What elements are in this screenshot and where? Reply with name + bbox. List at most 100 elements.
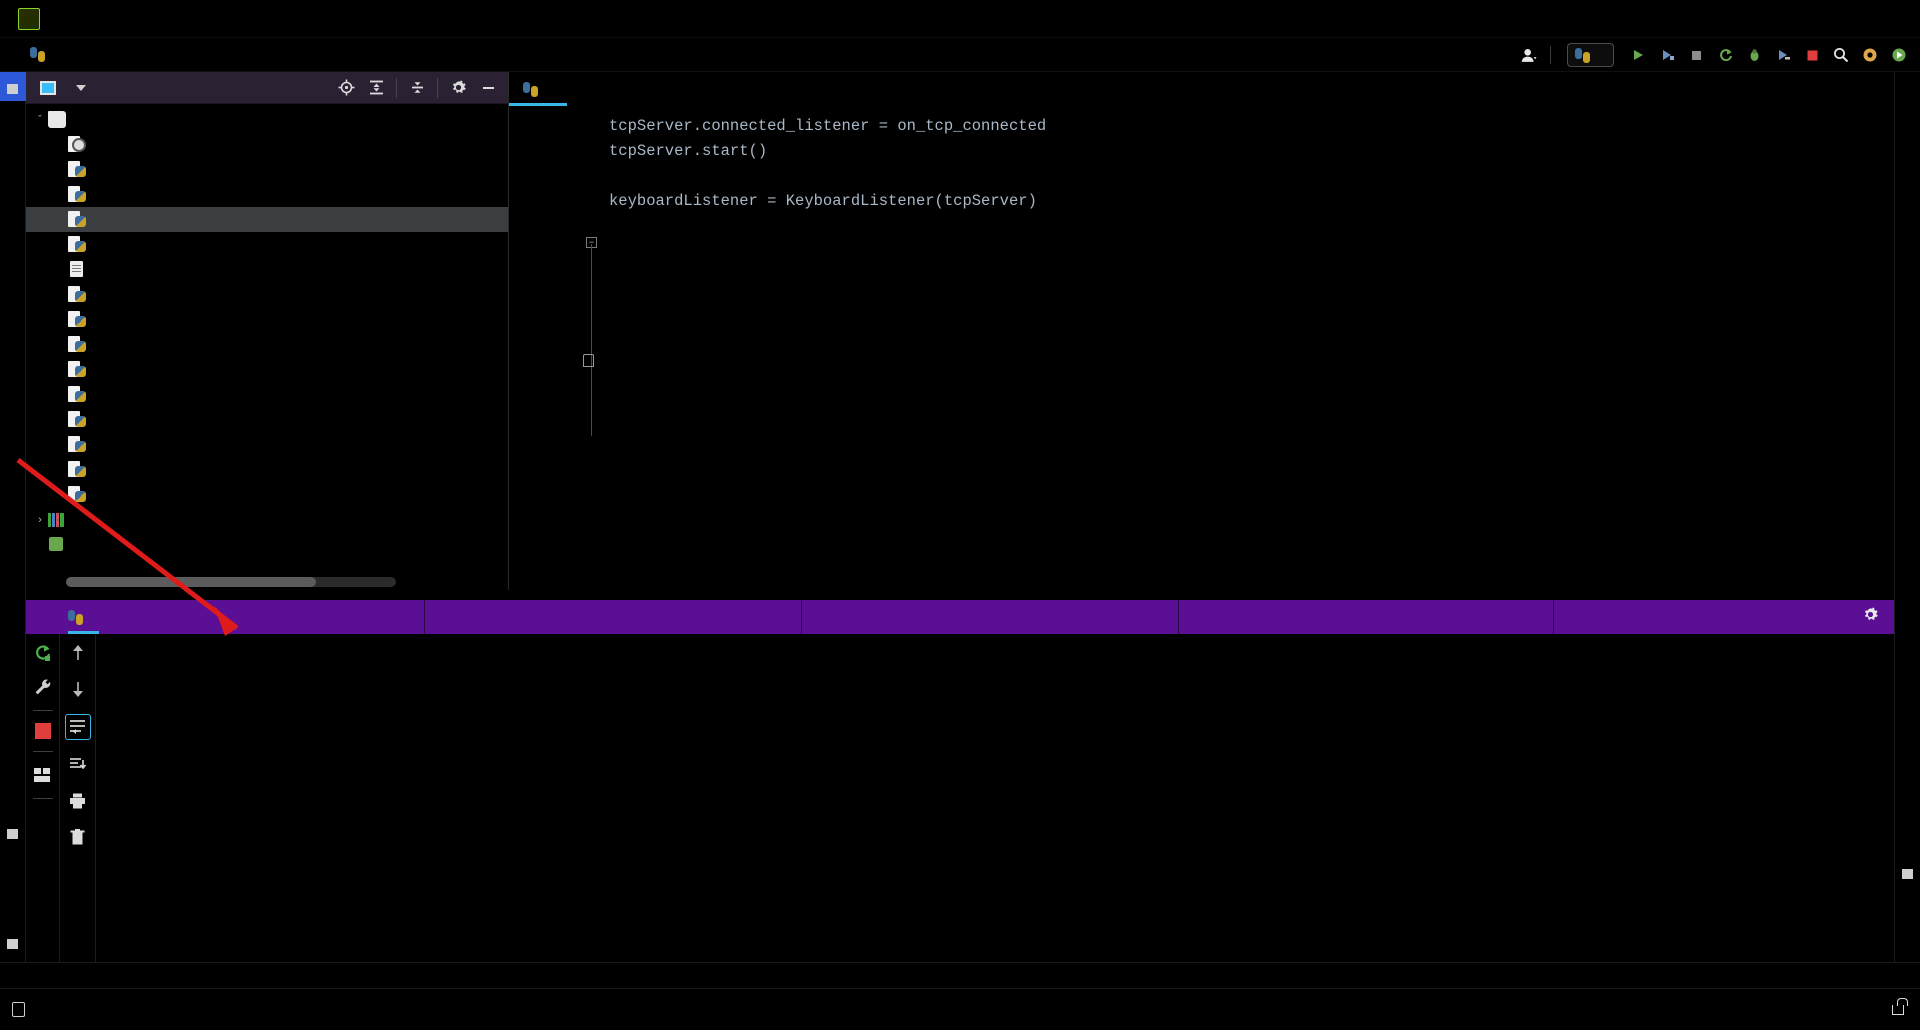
debug-button[interactable] [1654, 42, 1680, 68]
code-line[interactable]: keyboardListener = KeyboardListener(tcpS… [603, 189, 1920, 214]
tree-item[interactable] [26, 357, 508, 382]
gear-icon[interactable] [444, 74, 472, 102]
line-number[interactable] [509, 139, 581, 164]
code-token: tcpServer.connected_listener = on_tcp_co… [609, 117, 1047, 135]
tree-item[interactable] [26, 307, 508, 332]
rerun-icon[interactable] [32, 642, 54, 664]
tree-expand-arrow-icon[interactable]: › [32, 514, 48, 526]
code-line[interactable]: tcpServer.connected_listener = on_tcp_co… [603, 114, 1920, 139]
code-editor[interactable]: − tcpServer.connected_listener = on_tcp_… [509, 106, 1920, 590]
python-file-icon [68, 461, 86, 478]
menu-refactor[interactable] [164, 16, 186, 22]
line-number[interactable] [509, 189, 581, 214]
tree-item[interactable] [26, 457, 508, 482]
console-output[interactable] [96, 634, 1920, 980]
sidebar-item-project[interactable] [0, 72, 26, 101]
python-file-icon [68, 609, 83, 625]
print-icon[interactable] [67, 790, 89, 812]
project-horizontal-scrollbar[interactable] [66, 577, 396, 587]
tree-item[interactable] [26, 182, 508, 207]
unlocked-lock-icon[interactable] [1892, 997, 1908, 1015]
code-content[interactable]: tcpServer.connected_listener = on_tcp_co… [603, 106, 1920, 590]
run-panel-body [26, 634, 1920, 980]
project-icon [7, 84, 19, 94]
chevron-down-icon[interactable] [76, 84, 86, 91]
tree-expand-arrow-icon[interactable]: ˇ [32, 114, 48, 126]
down-icon[interactable] [67, 678, 89, 700]
run-configuration-selector[interactable] [1567, 43, 1614, 67]
run-tab-controller[interactable] [68, 600, 99, 634]
menu-vcs[interactable] [230, 16, 252, 22]
sidebar-item-bookmarks[interactable] [0, 817, 26, 846]
menu-file[interactable] [54, 16, 76, 22]
code-line[interactable]: tcpServer.start() [603, 139, 1920, 164]
tree-item[interactable]: › [26, 507, 508, 532]
tree-item[interactable] [26, 257, 508, 282]
tree-item[interactable] [26, 157, 508, 182]
sidebar-item-structure[interactable] [0, 927, 26, 956]
layout-icon[interactable] [32, 764, 54, 786]
expand-all-icon[interactable] [362, 74, 390, 102]
stop-icon[interactable] [34, 723, 51, 739]
menu-help[interactable] [274, 16, 296, 22]
tree-item[interactable] [26, 482, 508, 507]
user-icon[interactable] [1516, 42, 1542, 68]
stop-button[interactable] [1683, 42, 1709, 68]
menu-view[interactable] [98, 16, 120, 22]
minimize-panel-icon[interactable] [474, 74, 502, 102]
tree-item[interactable] [26, 207, 508, 232]
python-file-icon [68, 486, 86, 503]
python-file-icon [68, 386, 86, 403]
gear-icon[interactable] [1862, 606, 1879, 628]
project-tree[interactable]: ˇ › [26, 104, 508, 557]
tree-item[interactable] [26, 432, 508, 457]
tree-item[interactable] [26, 407, 508, 432]
tree-item[interactable] [26, 132, 508, 157]
rerun-button[interactable] [1712, 42, 1738, 68]
coverage-icon[interactable] [1770, 42, 1796, 68]
tree-item[interactable] [26, 232, 508, 257]
menu-navigate[interactable] [120, 16, 142, 22]
search-icon[interactable] [1828, 42, 1854, 68]
title-bar [0, 0, 1920, 38]
run-button[interactable] [1625, 42, 1651, 68]
minimize-button[interactable] [1752, 0, 1808, 38]
python-file-icon [68, 436, 86, 453]
maximize-button[interactable] [1808, 0, 1864, 38]
tree-item[interactable] [26, 532, 508, 557]
code-line[interactable] [603, 164, 1920, 189]
line-number[interactable] [509, 239, 581, 264]
line-number[interactable] [509, 214, 581, 239]
menu-edit[interactable] [76, 16, 98, 22]
menu-code[interactable] [142, 16, 164, 22]
tree-item[interactable]: ˇ [26, 107, 508, 132]
close-button[interactable] [1864, 0, 1920, 38]
menu-tools[interactable] [208, 16, 230, 22]
code-folding-column[interactable]: − [581, 106, 603, 590]
tree-item[interactable] [26, 332, 508, 357]
stop-red-button[interactable] [1799, 42, 1825, 68]
scroll-to-end-icon[interactable] [67, 754, 89, 776]
up-icon[interactable] [67, 642, 89, 664]
updates-icon[interactable] [1886, 42, 1912, 68]
wrench-icon[interactable] [32, 676, 54, 698]
sidebar-item-notifications[interactable] [1894, 862, 1920, 891]
tree-item[interactable] [26, 382, 508, 407]
trash-icon[interactable] [67, 826, 89, 848]
editor-tab-controller-py[interactable] [509, 72, 567, 106]
main-toolbar [0, 38, 1920, 72]
soft-wrap-icon[interactable] [64, 714, 91, 740]
locate-file-icon[interactable] [332, 74, 360, 102]
run-panel-header [26, 600, 1920, 634]
line-number[interactable] [509, 114, 581, 139]
code-line[interactable] [603, 214, 1920, 239]
scratch-icon [48, 536, 66, 553]
tree-item[interactable] [26, 282, 508, 307]
menu-window[interactable] [252, 16, 274, 22]
debug-bug-icon[interactable] [1741, 42, 1767, 68]
collapse-all-icon[interactable] [403, 74, 431, 102]
line-number[interactable] [509, 164, 581, 189]
settings-gear-icon[interactable] [1857, 42, 1883, 68]
bookmark-mark-icon [583, 354, 594, 367]
menu-run[interactable] [186, 16, 208, 22]
